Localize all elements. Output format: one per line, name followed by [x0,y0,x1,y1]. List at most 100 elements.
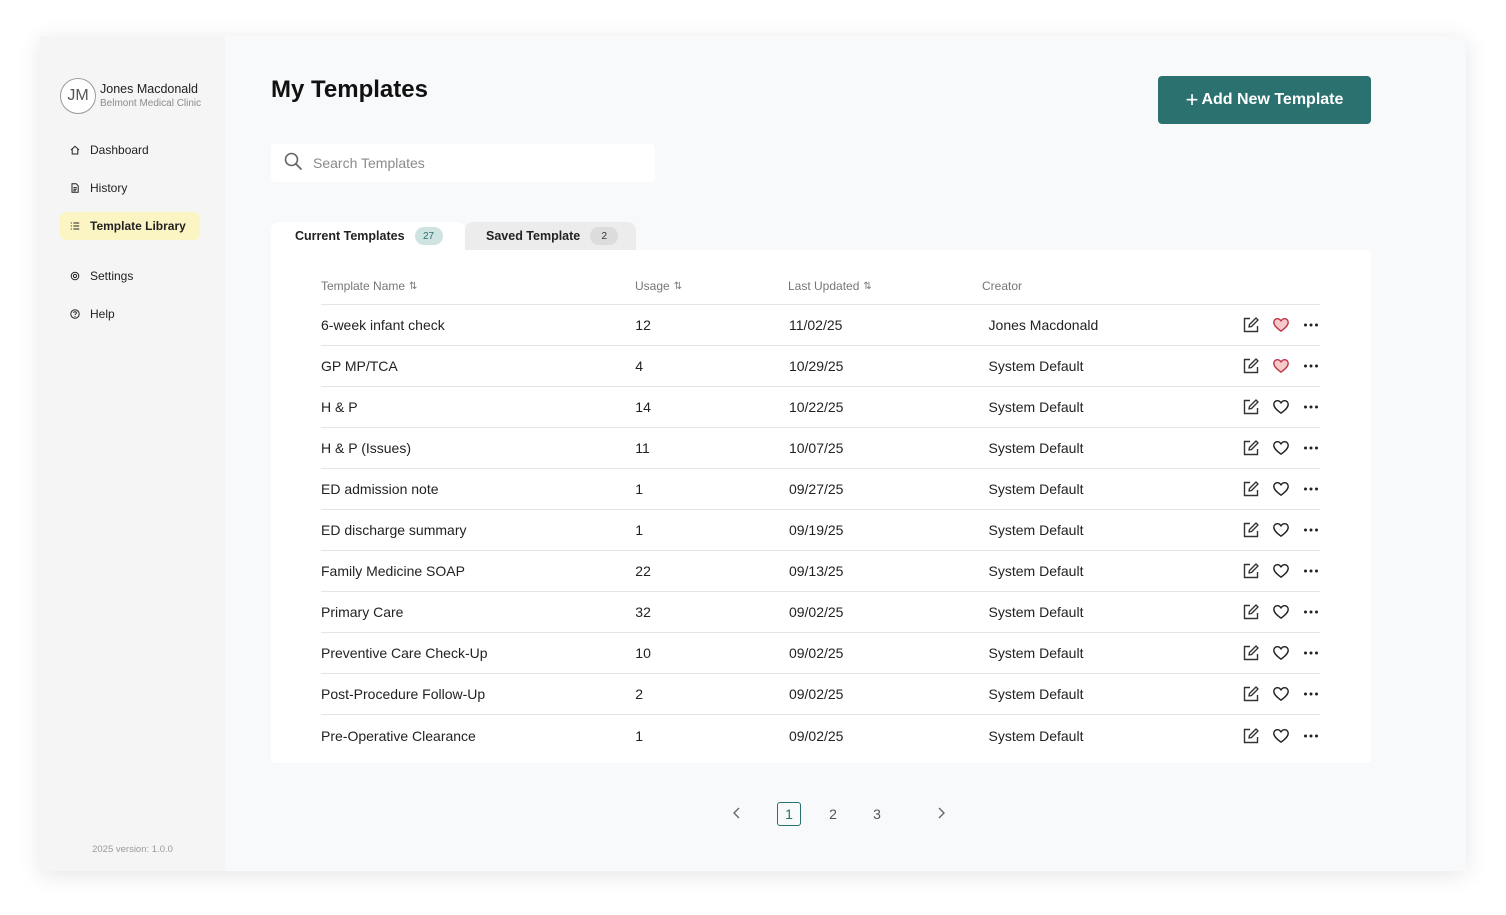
more-options-icon[interactable] [1302,562,1320,580]
search-box[interactable] [271,144,655,182]
table-row[interactable]: Pre-Operative Clearance 1 09/02/25 Syste… [321,715,1320,756]
profile-name: Jones Macdonald [100,81,198,96]
heart-icon[interactable] [1272,644,1290,662]
template-name: Preventive Care Check-Up [321,645,488,661]
table-row[interactable]: ED admission note 1 09/27/25 System Defa… [321,469,1320,510]
row-actions [1230,357,1320,375]
table-row[interactable]: GP MP/TCA 4 10/29/25 System Default [321,346,1320,387]
edit-icon[interactable] [1242,727,1260,745]
more-options-icon[interactable] [1302,480,1320,498]
creator: System Default [988,358,1084,374]
tab-saved-template[interactable]: Saved Template 2 [465,222,636,250]
previous-page-button[interactable] [725,802,749,826]
sidebar-item-label: Template Library [90,219,186,233]
count-badge: 2 [590,227,619,245]
usage-count: 14 [635,399,651,415]
table-row[interactable]: Family Medicine SOAP 22 09/13/25 System … [321,551,1320,592]
heart-filled-icon[interactable] [1272,357,1290,375]
more-options-icon[interactable] [1302,439,1320,457]
edit-icon[interactable] [1242,439,1260,457]
more-options-icon[interactable] [1302,357,1320,375]
more-options-icon[interactable] [1302,727,1320,745]
main-content: My Templates + Add New Template Current … [225,36,1466,871]
sidebar-item-history[interactable]: History [60,174,200,202]
table-header: Template Name ⇅ Usage ⇅ Last Updated ⇅ C… [321,268,1320,305]
sidebar-item-help[interactable]: Help [60,300,200,328]
table-row[interactable]: H & P (Issues) 11 10/07/25 System Defaul… [321,428,1320,469]
edit-icon[interactable] [1242,562,1260,580]
table-row[interactable]: ED discharge summary 1 09/19/25 System D… [321,510,1320,551]
page-button-2[interactable]: 2 [821,802,845,826]
chevron-right-icon [934,806,948,823]
edit-icon[interactable] [1242,480,1260,498]
sidebar-item-dashboard[interactable]: Dashboard [60,136,200,164]
edit-icon[interactable] [1242,357,1260,375]
tab-label: Saved Template [486,229,581,243]
usage-count: 12 [635,317,651,333]
heart-icon[interactable] [1272,398,1290,416]
page-button-3[interactable]: 3 [865,802,889,826]
sort-icon: ⇅ [409,280,418,292]
usage-count: 1 [635,727,644,744]
plus-icon: + [1185,87,1199,112]
template-name: Family Medicine SOAP [321,563,465,579]
heart-icon[interactable] [1272,685,1290,703]
heart-filled-icon[interactable] [1272,316,1290,334]
table-row[interactable]: H & P 14 10/22/25 System Default [321,387,1320,428]
heart-icon[interactable] [1272,603,1290,621]
row-actions [1230,685,1320,703]
tab-current-templates[interactable]: Current Templates 27 [271,222,465,250]
row-actions [1230,439,1320,457]
page-title: My Templates [271,76,428,103]
sidebar-item-template-library[interactable]: Template Library [60,212,200,240]
list-icon [70,221,80,231]
usage-count: 22 [635,563,651,579]
creator: System Default [988,563,1084,579]
creator: System Default [988,481,1084,497]
edit-icon[interactable] [1242,521,1260,539]
row-actions [1230,480,1320,498]
table-row[interactable]: Preventive Care Check-Up 10 09/02/25 Sys… [321,633,1320,674]
column-header-usage[interactable]: Usage ⇅ [635,279,788,293]
table-row[interactable]: Primary Care 32 09/02/25 System Default [321,592,1320,633]
heart-icon[interactable] [1272,521,1290,539]
more-options-icon[interactable] [1302,521,1320,539]
row-actions [1230,644,1320,662]
edit-icon[interactable] [1242,685,1260,703]
last-updated: 10/07/25 [788,440,844,456]
sort-icon: ⇅ [673,280,683,292]
sidebar-item-settings[interactable]: Settings [60,262,200,290]
heart-icon[interactable] [1272,727,1290,745]
sidebar: JM Jones Macdonald Belmont Medical Clini… [40,36,225,871]
edit-icon[interactable] [1242,398,1260,416]
creator: System Default [988,645,1084,661]
heart-icon[interactable] [1272,480,1290,498]
column-header-template-name[interactable]: Template Name ⇅ [321,279,635,293]
count-badge: 27 [414,227,443,245]
table-row[interactable]: 6-week infant check 12 11/02/25 Jones Ma… [321,305,1320,346]
search-input[interactable] [313,155,633,171]
templates-table: Template Name ⇅ Usage ⇅ Last Updated ⇅ C… [321,268,1320,756]
more-options-icon[interactable] [1302,685,1320,703]
gear-icon [70,271,80,281]
edit-icon[interactable] [1242,644,1260,662]
usage-count: 2 [635,686,644,702]
more-options-icon[interactable] [1302,398,1320,416]
heart-icon[interactable] [1272,562,1290,580]
table-row[interactable]: Post-Procedure Follow-Up 2 09/02/25 Syst… [321,674,1320,715]
column-header-last-updated[interactable]: Last Updated ⇅ [788,279,982,293]
next-page-button[interactable] [929,802,953,826]
sidebar-item-label: History [90,181,128,195]
more-options-icon[interactable] [1302,603,1320,621]
version-label: 2025 version: 1.0.0 [92,844,173,855]
usage-count: 32 [635,604,651,620]
heart-icon[interactable] [1272,439,1290,457]
more-options-icon[interactable] [1302,316,1320,334]
sidebar-item-label: Help [90,307,115,321]
page-button-1[interactable]: 1 [777,802,801,826]
user-profile[interactable]: JM Jones Macdonald Belmont Medical Clini… [60,78,225,114]
edit-icon[interactable] [1242,316,1260,334]
more-options-icon[interactable] [1302,644,1320,662]
edit-icon[interactable] [1242,603,1260,621]
add-new-template-button[interactable]: + Add New Template [1158,76,1371,124]
